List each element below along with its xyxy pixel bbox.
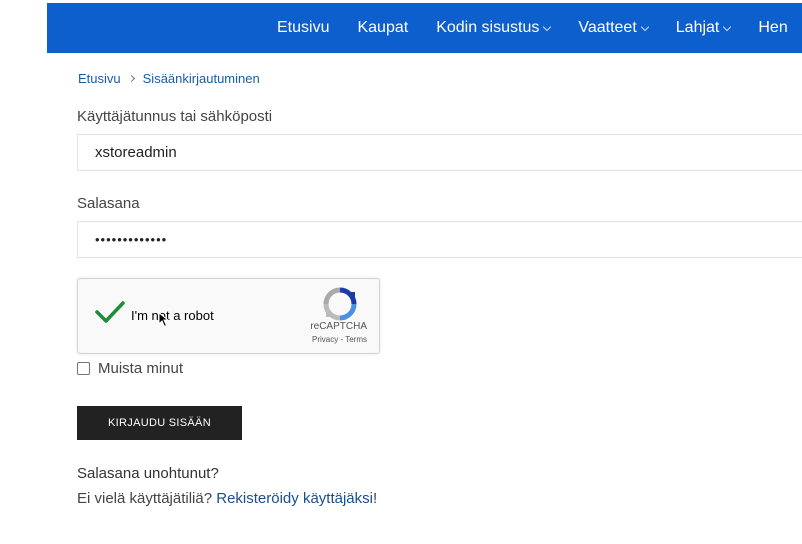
nav-item-vaatteet[interactable]: Vaatteet [578,19,650,37]
nav-item-hen[interactable]: Hen [758,19,787,37]
password-label: Salasana [77,195,140,212]
login-button[interactable]: KIRJAUDU SISÄÄN [77,406,242,440]
chevron-down-icon [543,22,552,31]
remember-me: Muista minut [77,360,183,377]
top-navbar: Etusivu Kaupat Kodin sisustus Vaatteet L… [47,3,802,53]
nav-item-label: Etusivu [277,19,330,36]
nav-item-label: Vaatteet [578,19,637,36]
register-suffix: ! [372,490,378,507]
nav-item-label: Kodin sisustus [436,19,540,36]
nav-menu: Etusivu Kaupat Kodin sisustus Vaatteet L… [277,3,802,53]
nav-item-lahjat[interactable]: Lahjat [675,19,732,37]
forgot-password-link[interactable]: Salasana unohtunut? [77,465,219,482]
register-link[interactable]: Rekisteröidy käyttäjäksi [216,490,373,507]
password-input[interactable]: ••••••••••••• [77,221,802,258]
chevron-down-icon [640,22,650,31]
recaptcha-widget: I'm not a robot reCAPTCHA Privacy - Term… [77,278,380,354]
chevron-down-icon [723,22,732,31]
remember-me-checkbox[interactable] [77,362,90,375]
breadcrumb: Etusivu Sisäänkirjautuminen [78,71,260,86]
nav-item-kaupat[interactable]: Kaupat [357,19,408,37]
recaptcha-label: I'm not a robot [131,308,214,323]
nav-item-label: Hen [758,19,788,36]
checkmark-icon[interactable] [95,300,125,329]
nav-item-kodin-sisustus[interactable]: Kodin sisustus [436,19,552,37]
breadcrumb-current[interactable]: Sisäänkirjautuminen [143,71,260,86]
no-account-text: Ei vielä käyttäjätiliä? [77,490,213,507]
nav-item-label: Kaupat [357,19,409,36]
username-label: Käyttäjätunnus tai sähköposti [77,108,273,125]
recaptcha-brand: reCAPTCHA [310,321,367,332]
mouse-cursor-icon [158,311,170,333]
nav-item-label: Lahjat [675,19,720,36]
register-prompt: Ei vielä käyttäjätiliä? Rekisteröidy käy… [77,490,377,507]
chevron-right-icon [127,74,135,83]
nav-item-etusivu[interactable]: Etusivu [277,19,329,37]
remember-me-label: Muista minut [98,360,184,377]
recaptcha-privacy-terms[interactable]: Privacy - Terms [312,335,367,344]
username-input[interactable]: xstoreadmin [77,134,802,171]
breadcrumb-home-link[interactable]: Etusivu [78,71,121,86]
